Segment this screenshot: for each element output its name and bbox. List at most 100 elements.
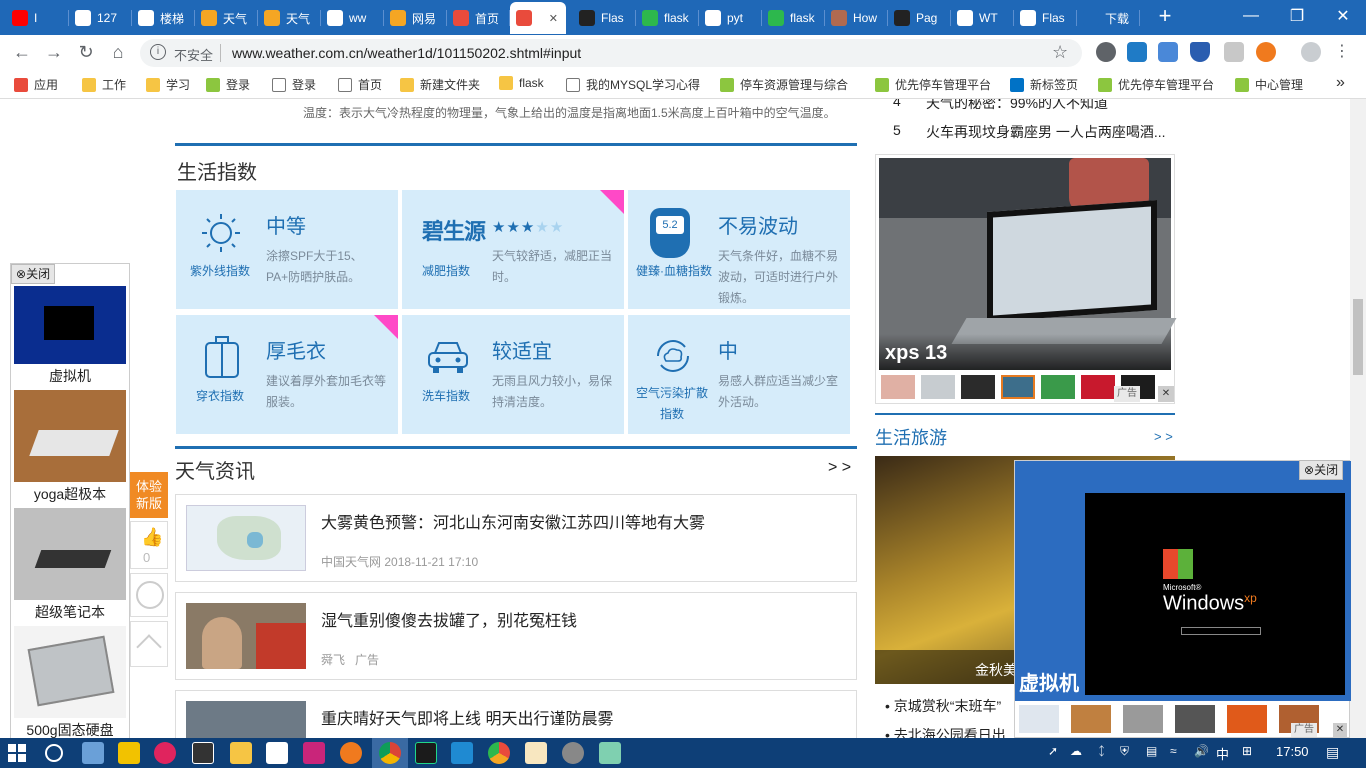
ad-close-icon[interactable]: ✕: [1158, 386, 1174, 402]
news-title[interactable]: 重庆晴好天气即将上线 明天出行谨防晨雾: [321, 705, 613, 729]
home-button[interactable]: ⌂: [106, 40, 130, 64]
new-tab-button[interactable]: +: [1153, 4, 1177, 28]
news-item[interactable]: 湿气重别傻傻去拔罐了，别花冤枉钱 舜飞 广告: [175, 592, 857, 680]
browser-tab[interactable]: flask: [636, 2, 699, 34]
tile-weight-loss-index[interactable]: 碧生源 减肥指数 ★★★★★ 天气较舒适，减肥正当时。: [402, 190, 624, 309]
bookmarks-more-button[interactable]: »: [1336, 74, 1345, 92]
mail-icon[interactable]: [266, 742, 288, 764]
address-bar[interactable]: i 不安全 www.weather.com.cn/weather1d/10115…: [140, 39, 1082, 67]
bookmark-item[interactable]: 新标签页: [1010, 76, 1078, 93]
ad-thumb-vm[interactable]: [14, 286, 126, 364]
news-item[interactable]: 大雾黄色预警：河北山东河南安徽江苏四川等地有大雾 中国天气网 2018-11-2…: [175, 494, 857, 582]
thumb[interactable]: [1123, 705, 1163, 733]
thumb[interactable]: [921, 375, 955, 399]
weather-news-more-link[interactable]: > >: [828, 459, 851, 477]
bookmark-item[interactable]: 应用: [14, 76, 58, 93]
browser-tab[interactable]: pyt: [699, 2, 762, 34]
clock[interactable]: 17:50: [1276, 744, 1309, 759]
corner-ad-close-button[interactable]: ⊗关闭: [1299, 460, 1344, 480]
bookmark-item[interactable]: 登录: [272, 76, 316, 93]
shield-icon[interactable]: ⛨: [1120, 744, 1129, 759]
ad-caption[interactable]: 虚拟机: [11, 366, 129, 386]
back-button[interactable]: ←: [10, 40, 34, 64]
laptop-ad[interactable]: xps 13 广告 ✕: [875, 154, 1177, 404]
pycharm-icon[interactable]: [415, 742, 437, 764]
bookmark-item[interactable]: 我的MYSQL学习心得: [566, 76, 700, 93]
app-icon[interactable]: [340, 742, 362, 764]
bookmark-item[interactable]: 登录: [206, 76, 250, 93]
bookmark-item[interactable]: 工作: [82, 76, 126, 93]
ad-close-icon[interactable]: ✕: [1333, 723, 1347, 737]
browser-tab[interactable]: 楼梯: [132, 2, 195, 34]
news-title[interactable]: 湿气重别傻傻去拔罐了，别花冤枉钱: [321, 607, 577, 631]
page-scrollbar[interactable]: [1350, 99, 1366, 738]
chrome-icon[interactable]: [379, 742, 401, 764]
travel-list-item[interactable]: • 京城赏秋“末班车”: [885, 696, 1001, 716]
terminal-icon[interactable]: [192, 742, 214, 764]
network-icon[interactable]: ▤: [1146, 744, 1157, 758]
app-icon[interactable]: [599, 742, 621, 764]
browser-tab[interactable]: 下载: [1077, 2, 1140, 34]
reload-button[interactable]: ↻: [74, 40, 98, 64]
ad-thumb-notebook[interactable]: [14, 508, 126, 600]
browser-tab[interactable]: Flas: [1014, 2, 1077, 34]
browser-tab[interactable]: Flas: [573, 2, 636, 34]
app-icon[interactable]: [118, 742, 140, 764]
thumb[interactable]: [1001, 375, 1035, 399]
ad-caption[interactable]: 500g固态硬盘: [11, 720, 129, 740]
browser-tab[interactable]: 127: [69, 2, 132, 34]
bookmark-item[interactable]: 中心管理: [1235, 76, 1303, 93]
app-icon[interactable]: [303, 742, 325, 764]
tile-uv-index[interactable]: 紫外线指数 中等 涂擦SPF大于15、PA+防晒护肤品。: [176, 190, 398, 309]
thumb[interactable]: [961, 375, 995, 399]
thumb[interactable]: [1019, 705, 1059, 733]
thumb[interactable]: [1175, 705, 1215, 733]
extension-icon[interactable]: [1224, 42, 1244, 62]
life-travel-more-link[interactable]: > >: [1154, 429, 1173, 444]
browser-tab[interactable]: Pag: [888, 2, 951, 34]
side-ad-close-button[interactable]: ⊗关闭: [11, 264, 56, 284]
travel-list-item[interactable]: • 去北海公园看日出: [885, 725, 1006, 739]
thumb[interactable]: [1227, 705, 1267, 733]
ad-caption[interactable]: 超级笔记本: [11, 602, 129, 622]
start-icon[interactable]: [8, 744, 26, 762]
bluetooth-icon[interactable]: ᛨ: [1098, 744, 1105, 758]
bookmark-item[interactable]: 首页: [338, 76, 382, 93]
shield-icon[interactable]: [1190, 42, 1210, 62]
cortana-icon[interactable]: [45, 744, 63, 762]
extension-icon[interactable]: [1096, 42, 1116, 62]
ime-indicator[interactable]: 中: [1216, 744, 1229, 763]
app-icon[interactable]: [154, 742, 176, 764]
thumb[interactable]: [881, 375, 915, 399]
tile-car-wash-index[interactable]: 洗车指数 较适宜 无雨且风力较小，易保持清洁度。: [402, 315, 624, 434]
vscode-icon[interactable]: [451, 742, 473, 764]
thumb[interactable]: [1041, 375, 1075, 399]
corner-ad[interactable]: Microsoft® Windowsxp 虚拟机 广告 ✕: [1014, 460, 1351, 738]
bookmark-item[interactable]: 学习: [146, 76, 190, 93]
browser-tab[interactable]: flask: [762, 2, 825, 34]
info-icon[interactable]: i: [150, 44, 166, 60]
bookmark-item[interactable]: 优先停车管理平台: [1098, 76, 1214, 93]
tile-air-pollution-index[interactable]: 空气污染扩散指数 中 易感人群应适当减少室外活动。: [628, 315, 850, 434]
bookmark-item[interactable]: 优先停车管理平台: [875, 76, 991, 93]
news-item[interactable]: 重庆晴好天气即将上线 明天出行谨防晨雾: [175, 690, 857, 739]
notification-icon[interactable]: ▤: [1326, 744, 1339, 761]
side-ad[interactable]: ⊗关闭 虚拟机 yoga超极本 超级笔记本 500g固态硬盘: [10, 263, 130, 743]
close-window-button[interactable]: ✕: [1320, 0, 1366, 32]
bookmark-item[interactable]: 新建文件夹: [400, 76, 480, 93]
browser-tab[interactable]: 天气: [195, 2, 258, 34]
browser-tab[interactable]: 天气: [258, 2, 321, 34]
tray-arrow-icon[interactable]: ➚: [1048, 744, 1058, 758]
tile-glucose-index[interactable]: 5.2 健臻·血糖指数 不易波动 天气条件好，血糖不易波动，可适时进行户外锻炼。: [628, 190, 850, 309]
like-button[interactable]: 👍 0: [130, 521, 168, 569]
scrollbar-thumb[interactable]: [1353, 299, 1363, 375]
ad-caption[interactable]: yoga超极本: [11, 484, 129, 504]
wifi-icon[interactable]: ≈: [1170, 744, 1177, 758]
travel-item-text[interactable]: 京城赏秋“末班车”: [894, 698, 1001, 714]
browser-tab[interactable]: ✕: [510, 2, 566, 34]
forward-button[interactable]: →: [42, 40, 66, 64]
bookmark-star-icon[interactable]: ☆: [1052, 42, 1068, 63]
thumb[interactable]: [1071, 705, 1111, 733]
browser-tab[interactable]: How: [825, 2, 888, 34]
file-explorer-icon[interactable]: [230, 742, 252, 764]
